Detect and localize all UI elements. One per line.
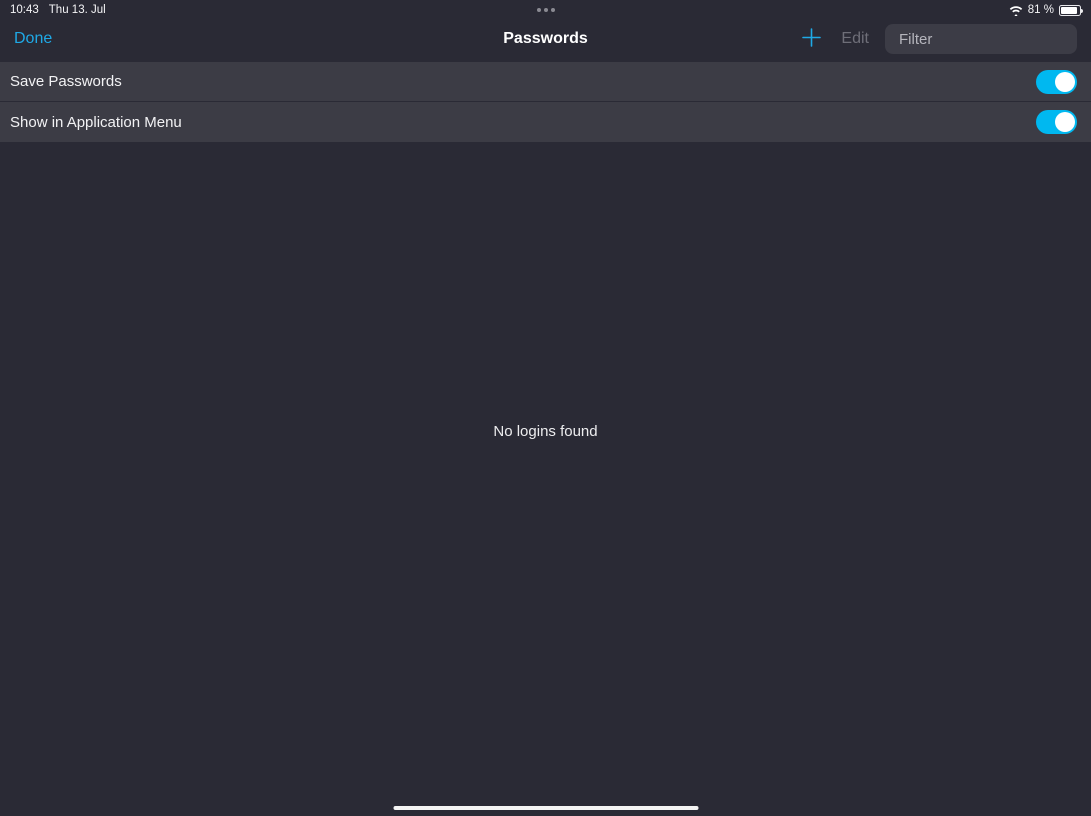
status-bar: 10:43 Thu 13. Jul 81 %: [0, 0, 1091, 20]
status-time: 10:43: [10, 4, 39, 16]
home-indicator[interactable]: [393, 806, 698, 810]
setting-save-passwords: Save Passwords: [0, 62, 1091, 102]
setting-label: Save Passwords: [10, 73, 122, 90]
nav-bar: Done Passwords Edit: [0, 20, 1091, 58]
toggle-show-in-menu[interactable]: [1036, 110, 1077, 134]
ellipsis-icon[interactable]: [537, 8, 555, 12]
empty-message: No logins found: [493, 423, 597, 816]
setting-label: Show in Application Menu: [10, 114, 182, 131]
status-right: 81 %: [1009, 4, 1081, 16]
page-title: Passwords: [503, 30, 587, 48]
toggle-save-passwords[interactable]: [1036, 70, 1077, 94]
settings-list: Save Passwords Show in Application Menu: [0, 62, 1091, 142]
battery-icon: [1059, 5, 1081, 16]
edit-button[interactable]: Edit: [841, 30, 869, 48]
plus-icon: [802, 28, 821, 47]
battery-percent: 81 %: [1028, 4, 1054, 16]
wifi-icon: [1009, 5, 1023, 16]
done-button[interactable]: Done: [14, 30, 52, 48]
add-button[interactable]: [798, 24, 825, 54]
search-field[interactable]: [885, 24, 1077, 54]
status-date: Thu 13. Jul: [49, 4, 106, 16]
status-left: 10:43 Thu 13. Jul: [10, 4, 106, 16]
empty-state: No logins found: [0, 141, 1091, 816]
search-input[interactable]: [899, 31, 1091, 48]
setting-show-in-menu: Show in Application Menu: [0, 102, 1091, 142]
